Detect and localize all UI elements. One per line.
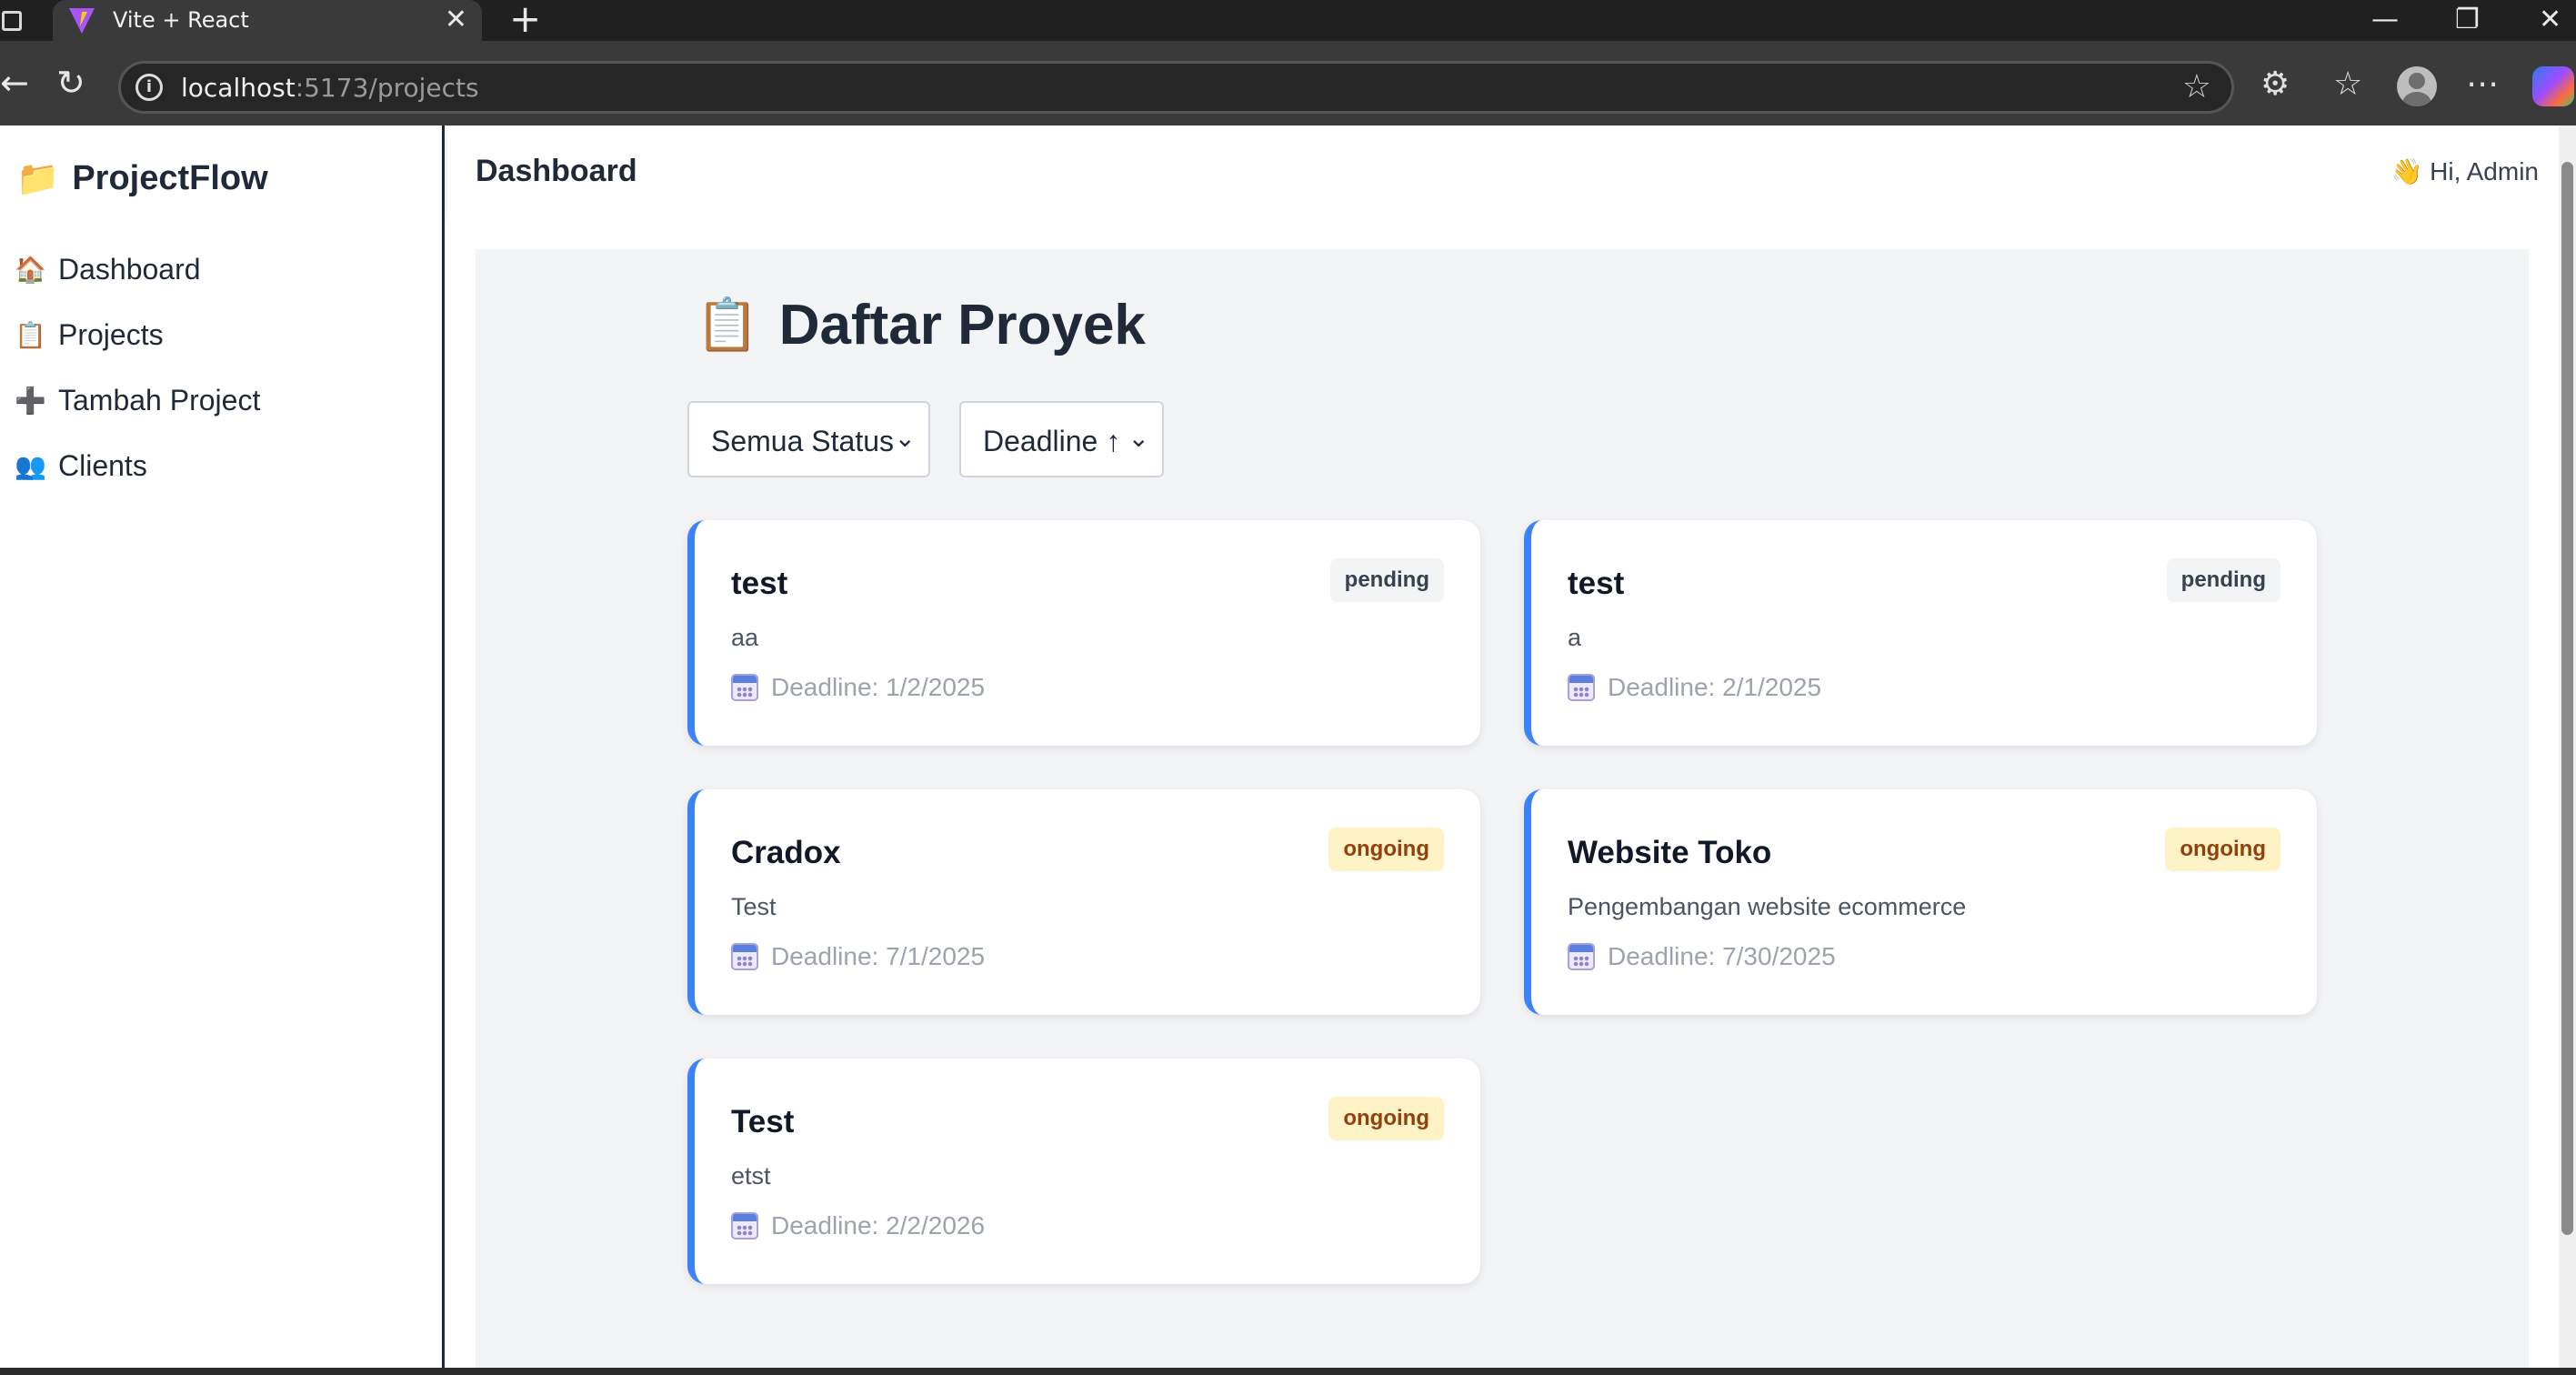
project-card[interactable]: test pending a Deadline: 2/1/2025 — [1524, 520, 2317, 746]
calendar-icon — [1568, 674, 1595, 701]
tab-title: Vite + React — [113, 7, 249, 33]
sidebar-item-tambah-project[interactable]: ➕ Tambah Project — [15, 384, 260, 417]
sidebar-item-clients[interactable]: 👥 Clients — [15, 449, 147, 483]
status-filter-select[interactable]: Semua Status ⌄ — [687, 401, 930, 477]
project-deadline: Deadline: 7/1/2025 — [731, 942, 985, 971]
top-header: Dashboard 👋 Hi, Admin — [447, 125, 2559, 218]
project-name: Website Toko — [1568, 835, 1772, 870]
project-deadline: Deadline: 2/2/2026 — [731, 1211, 985, 1240]
deadline-text: Deadline: 1/2/2025 — [771, 673, 986, 701]
sort-value: Deadline ↑ — [983, 425, 1121, 457]
page-title-text: Daftar Proyek — [778, 294, 1146, 356]
tab-actions-icon[interactable] — [2, 11, 22, 31]
site-info-icon[interactable]: i — [135, 74, 163, 101]
project-description: Test — [731, 893, 777, 920]
vite-logo-icon — [69, 8, 95, 34]
browser-tab[interactable]: Vite + React ✕ — [53, 0, 482, 41]
project-name: test — [731, 566, 788, 601]
clipboard-icon: 📋 — [696, 295, 759, 355]
deadline-text: Deadline: 2/2/2026 — [771, 1211, 986, 1240]
page-scrollbar[interactable] — [2559, 125, 2576, 1368]
calendar-icon — [731, 943, 758, 970]
back-icon[interactable]: ← — [0, 65, 29, 101]
chevron-down-icon: ⌄ — [1128, 424, 1149, 452]
deadline-text: Deadline: 7/30/2025 — [1608, 942, 1836, 970]
sidebar: 📁 ProjectFlow 🏠 Dashboard 📋 Projects ➕ T… — [0, 125, 445, 1368]
header-title: Dashboard — [476, 154, 637, 188]
sidebar-item-label: Clients — [58, 449, 147, 482]
new-tab-button[interactable]: + — [509, 0, 541, 38]
status-badge: ongoing — [2165, 828, 2280, 871]
project-deadline: Deadline: 2/1/2025 — [1568, 673, 1821, 702]
brand[interactable]: 📁 ProjectFlow — [16, 158, 268, 198]
sidebar-item-label: Projects — [58, 318, 164, 351]
deadline-text: Deadline: 2/1/2025 — [1608, 673, 1822, 701]
project-name: Test — [731, 1104, 795, 1139]
project-card[interactable]: test pending aa Deadline: 1/2/2025 — [687, 520, 1480, 746]
sidebar-item-label: Tambah Project — [58, 384, 261, 417]
page-title: 📋 Daftar Proyek — [696, 293, 1146, 357]
user-greeting: 👋 Hi, Admin — [2391, 157, 2539, 186]
project-description: aa — [731, 624, 759, 651]
url-text[interactable]: localhost:5173/projects — [181, 73, 479, 103]
status-badge: pending — [2166, 558, 2280, 602]
extensions-icon[interactable]: ⚙ — [2260, 66, 2290, 103]
url-path: :5173/projects — [295, 73, 479, 103]
house-icon: 🏠 — [15, 255, 46, 284]
minimize-icon[interactable]: — — [2371, 2, 2399, 38]
project-description: etst — [731, 1162, 771, 1189]
url-host: localhost — [181, 73, 296, 103]
clipboard-icon: 📋 — [15, 320, 46, 349]
project-card[interactable]: Test ongoing etst Deadline: 2/2/2026 — [687, 1059, 1480, 1284]
sidebar-item-dashboard[interactable]: 🏠 Dashboard — [15, 253, 201, 286]
copilot-icon[interactable] — [2532, 66, 2574, 106]
browser-tab-strip: Vite + React ✕ + — ❐ ✕ — [0, 0, 2576, 41]
status-badge: ongoing — [1328, 828, 1444, 871]
brand-name: ProjectFlow — [72, 158, 268, 197]
favorite-star-icon[interactable]: ☆ — [2182, 69, 2211, 105]
browser-toolbar: ← ↻ i localhost:5173/projects ☆ ⚙ ☆ ⋯ — [0, 41, 2576, 125]
sidebar-item-label: Dashboard — [58, 253, 201, 286]
folder-icon: 📁 — [16, 158, 60, 198]
status-badge: ongoing — [1328, 1097, 1444, 1140]
project-card[interactable]: Cradox ongoing Test Deadline: 7/1/2025 — [687, 789, 1480, 1015]
project-description: a — [1568, 624, 1582, 651]
deadline-text: Deadline: 7/1/2025 — [771, 942, 986, 970]
calendar-icon — [731, 1212, 758, 1240]
more-menu-icon[interactable]: ⋯ — [2466, 66, 2499, 103]
address-bar[interactable]: i localhost:5173/projects ☆ — [118, 61, 2234, 114]
chevron-down-icon: ⌄ — [894, 424, 916, 452]
close-tab-icon[interactable]: ✕ — [445, 4, 467, 36]
status-badge: pending — [1329, 558, 1444, 602]
status-filter-value: Semua Status — [711, 425, 894, 457]
favorites-icon[interactable]: ☆ — [2333, 66, 2362, 103]
project-description: Pengembangan website ecommerce — [1568, 893, 1967, 920]
project-card[interactable]: Website Toko ongoing Pengembangan websit… — [1524, 789, 2317, 1015]
project-name: Cradox — [731, 835, 841, 870]
profile-avatar-icon[interactable] — [2397, 66, 2437, 106]
scrollbar-thumb[interactable] — [2561, 162, 2573, 1235]
close-window-icon[interactable]: ✕ — [2539, 2, 2561, 38]
window-bottom-edge — [0, 1368, 2576, 1375]
restore-icon[interactable]: ❐ — [2455, 2, 2480, 38]
project-name: test — [1568, 566, 1625, 601]
sort-select[interactable]: Deadline ↑ ⌄ — [959, 401, 1164, 477]
calendar-icon — [1568, 943, 1595, 970]
calendar-icon — [731, 674, 758, 701]
project-deadline: Deadline: 1/2/2025 — [731, 673, 985, 702]
project-deadline: Deadline: 7/30/2025 — [1568, 942, 1836, 971]
plus-icon: ➕ — [15, 386, 46, 415]
users-icon: 👥 — [15, 451, 46, 480]
refresh-icon[interactable]: ↻ — [56, 65, 85, 101]
sidebar-item-projects[interactable]: 📋 Projects — [15, 318, 164, 352]
